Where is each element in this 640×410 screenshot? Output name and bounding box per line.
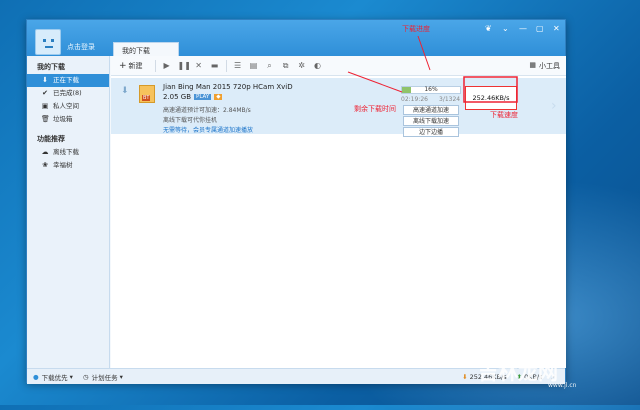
sidebar-item-label: 私人空间 bbox=[53, 102, 79, 110]
task-info-offline: 离线下载可代你挂机 bbox=[163, 117, 218, 124]
bt-file-icon: BT bbox=[139, 85, 155, 103]
play-badge[interactable]: PLAY bbox=[194, 94, 212, 100]
avatar-eye-left bbox=[43, 39, 46, 42]
remaining-time: 02:19:26 bbox=[401, 96, 428, 103]
priority-icon: ● bbox=[33, 372, 39, 381]
login-link[interactable]: 点击登录 bbox=[67, 42, 95, 52]
progress-percent: 16% bbox=[424, 86, 438, 93]
sidebar-item-label: 正在下载 bbox=[53, 76, 79, 84]
delete-icon[interactable]: ✕ bbox=[194, 61, 204, 70]
sidebar-item-label: 垃圾箱 bbox=[53, 115, 73, 123]
plus-icon: + bbox=[119, 60, 127, 71]
download-arrow-icon: ⬇ bbox=[121, 86, 129, 96]
annotation-remaining: 剩余下载时间 bbox=[354, 105, 396, 113]
sidebar-item-label: 离线下载 bbox=[53, 148, 79, 156]
avatar-mouth bbox=[45, 46, 53, 48]
title-bar: 点击登录 我的下载 ❦ ⌄ — ▢ ✕ bbox=[27, 20, 565, 57]
chevron-right-icon[interactable]: › bbox=[551, 98, 557, 114]
sidebar-item-happy-tree[interactable]: ❀ 幸福树 bbox=[27, 159, 109, 172]
trash-icon: 🗑 bbox=[41, 115, 50, 123]
main-panel: + 新建 ▶ ❚❚ ✕ ▬ ☰ ▤ ⌕ ⧉ ✲ ◐ ▦ 小工具 ⬇ BT Jia… bbox=[111, 56, 566, 368]
highspeed-accelerate-button[interactable]: 高速通道加速 bbox=[403, 105, 459, 115]
progress-bar: 16% bbox=[401, 86, 461, 94]
details-icon[interactable]: ▤ bbox=[249, 61, 259, 70]
watermark-url: www.jl.cn bbox=[548, 382, 577, 389]
sidebar-section-features: 功能推荐 bbox=[37, 135, 65, 143]
start-icon[interactable]: ▶ bbox=[162, 61, 172, 70]
share-icon[interactable]: ⧉ bbox=[281, 61, 291, 71]
sidebar-item-completed[interactable]: ✔ 已完成(8) bbox=[27, 87, 109, 100]
sort-icon[interactable]: ☰ bbox=[233, 61, 243, 70]
cloud-icon: ☁ bbox=[41, 148, 49, 156]
sidebar-item-private-space[interactable]: ▣ 私人空间 bbox=[27, 100, 109, 113]
avatar[interactable] bbox=[35, 29, 61, 55]
tools-label: 小工具 bbox=[539, 62, 560, 70]
check-icon: ✔ bbox=[42, 89, 48, 97]
folder-icon[interactable]: ▬ bbox=[210, 61, 220, 70]
task-info-member[interactable]: 无需等待，会员专属通道加速播放 bbox=[163, 125, 253, 134]
private-space-icon: ▣ bbox=[41, 102, 49, 110]
menu-icon[interactable]: ⌄ bbox=[502, 24, 509, 33]
search-icon[interactable]: ⌕ bbox=[265, 61, 275, 71]
maximize-button[interactable]: ▢ bbox=[536, 24, 544, 33]
sidebar-item-label: 幸福树 bbox=[53, 161, 73, 169]
download-task-row[interactable]: ⬇ BT Jian Bing Man 2015 720p HCam XviD 2… bbox=[111, 78, 566, 137]
clock-icon: ◷ bbox=[82, 372, 89, 381]
thunder-window: 点击登录 我的下载 ❦ ⌄ — ▢ ✕ 我的下载 ⬇ 正在下载 ✔ 已完成(8)… bbox=[26, 19, 566, 384]
offline-accelerate-button[interactable]: 离线下载加速 bbox=[403, 116, 459, 126]
down-arrow-icon: ⬇ bbox=[462, 372, 468, 381]
sidebar: 我的下载 ⬇ 正在下载 ✔ 已完成(8) ▣ 私人空间 🗑 垃圾箱 功能推荐 ☁… bbox=[27, 56, 110, 368]
toolbar-divider bbox=[225, 59, 227, 72]
annotation-progress: 下载进度 bbox=[402, 25, 430, 33]
task-file-name: Jian Bing Man 2015 720p HCam XviD bbox=[163, 83, 293, 91]
pause-icon[interactable]: ❚❚ bbox=[178, 61, 191, 70]
task-info-highspeed: 高速通道预计可加速：2.84MB/s bbox=[163, 107, 251, 114]
priority-label[interactable]: 下载优先 bbox=[42, 372, 68, 382]
task-size-row: 2.05 GB PLAY ◆ bbox=[163, 93, 223, 101]
skin-icon[interactable]: ◐ bbox=[313, 61, 323, 70]
minimize-button[interactable]: — bbox=[519, 24, 527, 33]
settings-icon[interactable]: ✲ bbox=[297, 61, 307, 70]
sidebar-section-my-downloads: 我的下载 bbox=[37, 63, 65, 71]
download-icon: ⬇ bbox=[42, 76, 48, 84]
tools-button[interactable]: ▦ 小工具 bbox=[529, 61, 560, 71]
chunk-count: 3/1324 bbox=[439, 96, 461, 103]
download-speed: 252.46KB/s bbox=[465, 86, 517, 110]
sidebar-item-offline[interactable]: ☁ 离线下载 bbox=[27, 146, 109, 159]
toolbar: + 新建 ▶ ❚❚ ✕ ▬ ☰ ▤ ⌕ ⧉ ✲ ◐ ▦ 小工具 bbox=[111, 56, 566, 76]
sidebar-item-label: 已完成(8) bbox=[53, 89, 82, 97]
sidebar-item-downloading[interactable]: ⬇ 正在下载 bbox=[27, 74, 109, 87]
new-task-label: 新建 bbox=[128, 61, 143, 70]
toolbar-divider bbox=[154, 59, 156, 72]
task-file-size: 2.05 GB bbox=[163, 93, 192, 101]
chevron-down-icon[interactable]: ▾ bbox=[120, 373, 123, 381]
avatar-eye-right bbox=[51, 39, 54, 42]
plan-task-label[interactable]: 计划任务 bbox=[92, 372, 118, 382]
vip-badge: ◆ bbox=[214, 94, 223, 100]
play-while-downloading-button[interactable]: 边下边播 bbox=[403, 127, 459, 137]
close-button[interactable]: ✕ bbox=[553, 24, 560, 33]
tab-my-downloads[interactable]: 我的下载 bbox=[113, 42, 179, 57]
new-task-button[interactable]: + 新建 bbox=[119, 61, 143, 71]
sidebar-item-trash[interactable]: 🗑 垃圾箱 bbox=[27, 113, 109, 126]
skin-icon[interactable]: ❦ bbox=[485, 24, 492, 33]
tools-grid-icon: ▦ bbox=[529, 61, 536, 69]
annotation-speed: 下载速度 bbox=[490, 111, 518, 119]
chevron-down-icon[interactable]: ▾ bbox=[70, 373, 73, 381]
tree-icon: ❀ bbox=[42, 161, 48, 169]
watermark-text: 吉林龙网 bbox=[478, 360, 558, 384]
